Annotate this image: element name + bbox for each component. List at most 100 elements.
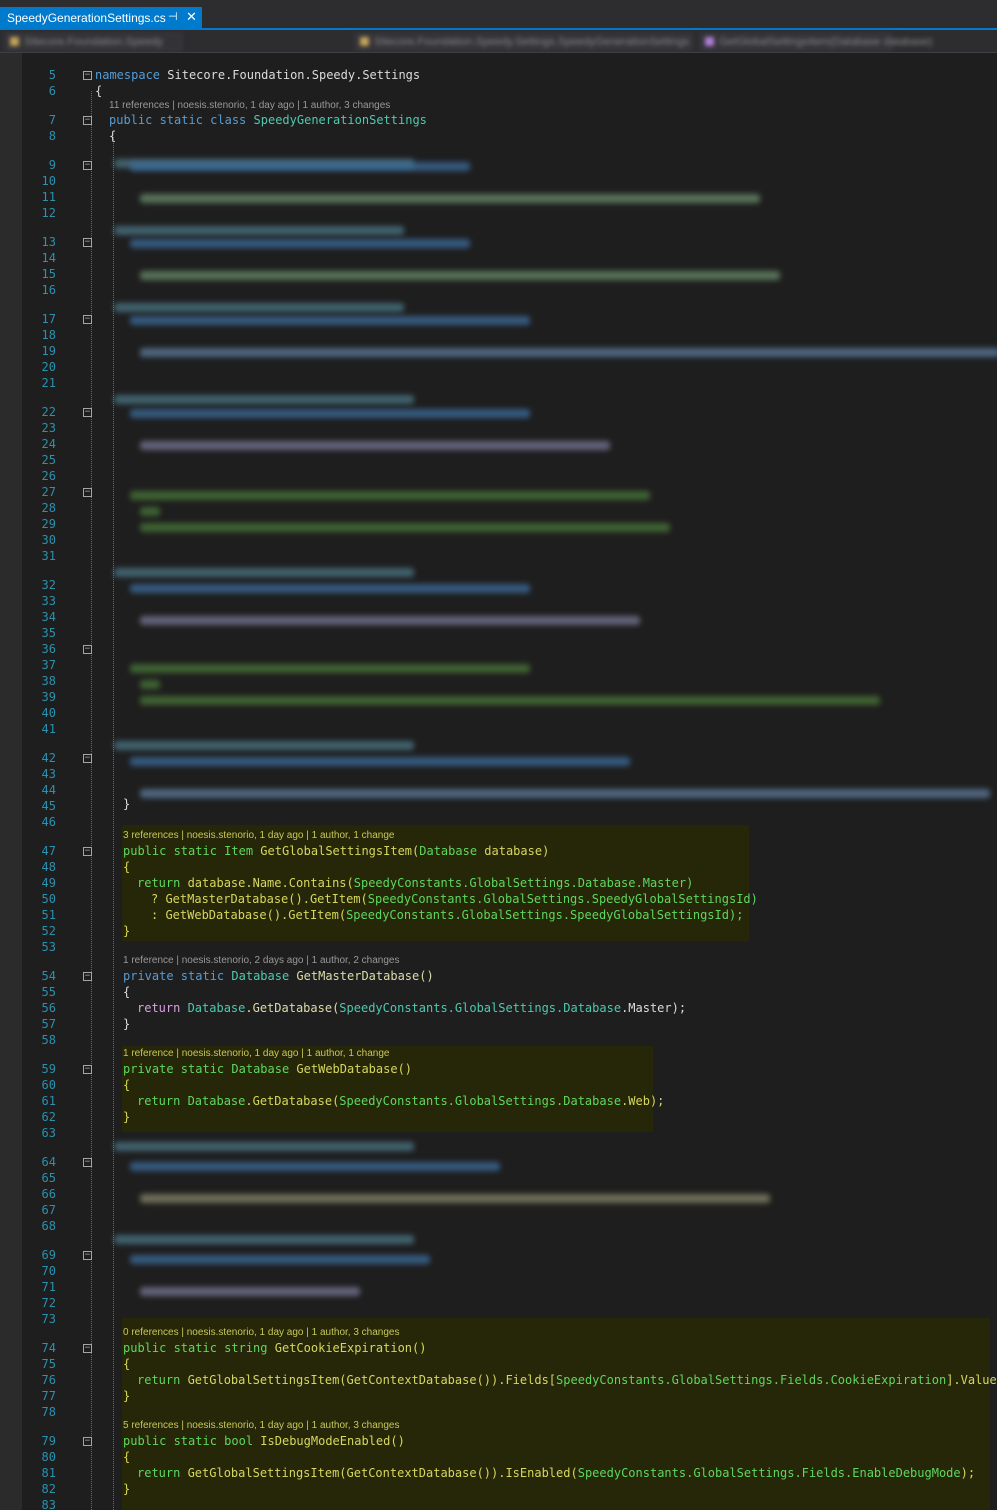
brace: } bbox=[123, 1110, 131, 1124]
project-icon bbox=[10, 37, 19, 46]
code-lens[interactable]: 3 references | noesis.stenorio, 1 day ag… bbox=[123, 829, 394, 843]
collapse-icon[interactable]: − bbox=[83, 71, 92, 80]
line-number: 52 bbox=[41, 924, 56, 938]
outline-guide bbox=[91, 91, 92, 1510]
collapse-icon[interactable]: − bbox=[83, 488, 92, 497]
line-number: 41 bbox=[41, 722, 56, 736]
line-number: 13 bbox=[41, 235, 56, 249]
code-lens[interactable]: 1 reference | noesis.stenorio, 2 days ag… bbox=[123, 954, 399, 968]
method-declaration: public static bool IsDebugModeEnabled() bbox=[123, 1434, 405, 1448]
collapse-icon[interactable]: − bbox=[83, 972, 92, 981]
line-number: 14 bbox=[41, 251, 56, 265]
collapse-icon[interactable]: − bbox=[83, 1158, 92, 1167]
brace: } bbox=[123, 1482, 131, 1496]
code-editor[interactable]: 5 6 7 8 9 10 11 12 13 14 15 16 17 18 19 20 21 22 23 24 25 26 2… bbox=[22, 53, 997, 1510]
line-number: 51 bbox=[41, 908, 56, 922]
obscured-code-line bbox=[130, 584, 530, 593]
brace: { bbox=[123, 860, 131, 874]
collapse-icon[interactable]: − bbox=[83, 754, 92, 763]
collapse-icon[interactable]: − bbox=[83, 847, 92, 856]
code-line: return Database.GetDatabase(SpeedyConsta… bbox=[137, 1001, 687, 1015]
tab-speedy-generation-settings[interactable]: SpeedyGenerationSettings.cs ⊣ ✕ bbox=[0, 7, 202, 28]
line-number: 76 bbox=[41, 1373, 56, 1387]
collapse-icon[interactable]: − bbox=[83, 1065, 92, 1074]
line-number: 15 bbox=[41, 267, 56, 281]
brace: { bbox=[109, 129, 117, 143]
line-number: 63 bbox=[41, 1126, 56, 1140]
line-number: 22 bbox=[41, 405, 56, 419]
line-number: 82 bbox=[41, 1482, 56, 1496]
code-lens[interactable]: 5 references | noesis.stenorio, 1 day ag… bbox=[123, 1419, 399, 1433]
code-line: return GetGlobalSettingsItem(GetContextD… bbox=[137, 1466, 976, 1480]
line-number: 27 bbox=[41, 485, 56, 499]
project-dropdown[interactable]: Sitecore.Foundation.Speedy bbox=[5, 33, 182, 51]
line-number: 50 bbox=[41, 892, 56, 906]
obscured-code-line bbox=[140, 1287, 360, 1296]
collapse-icon[interactable]: − bbox=[83, 116, 92, 125]
obscured-code-line bbox=[130, 1255, 430, 1264]
member-dropdown[interactable]: GetGlobalSettingsItem(Database database) bbox=[700, 33, 932, 51]
line-number: 48 bbox=[41, 860, 56, 874]
code-lens[interactable]: 1 reference | noesis.stenorio, 1 day ago… bbox=[123, 1047, 389, 1061]
collapse-icon[interactable]: − bbox=[83, 1437, 92, 1446]
line-number: 16 bbox=[41, 283, 56, 297]
line-number: 17 bbox=[41, 312, 56, 326]
line-number: 45 bbox=[41, 799, 56, 813]
obscured-code-line bbox=[140, 616, 640, 625]
line-number: 26 bbox=[41, 469, 56, 483]
line-number: 59 bbox=[41, 1062, 56, 1076]
line-number: 72 bbox=[41, 1296, 56, 1310]
line-number: 80 bbox=[41, 1450, 56, 1464]
code-line: ? GetMasterDatabase().GetItem(SpeedyCons… bbox=[151, 892, 758, 906]
line-number: 6 bbox=[48, 84, 56, 98]
obscured-code-line bbox=[130, 162, 470, 171]
collapse-icon[interactable]: − bbox=[83, 408, 92, 417]
line-number: 64 bbox=[41, 1155, 56, 1169]
line-number: 24 bbox=[41, 437, 56, 451]
method-icon bbox=[705, 37, 714, 46]
brace: { bbox=[123, 985, 131, 999]
obscured-code-line bbox=[140, 507, 160, 516]
line-number: 7 bbox=[48, 113, 56, 127]
line-number: 12 bbox=[41, 206, 56, 220]
collapse-icon[interactable]: − bbox=[83, 645, 92, 654]
method-declaration: private static Database GetMasterDatabas… bbox=[123, 969, 434, 983]
class-declaration: public static class SpeedyGenerationSett… bbox=[109, 113, 427, 127]
line-number: 10 bbox=[41, 174, 56, 188]
line-number: 28 bbox=[41, 501, 56, 515]
collapse-icon[interactable]: − bbox=[83, 315, 92, 324]
obscured-code-line bbox=[140, 441, 610, 450]
line-number: 56 bbox=[41, 1001, 56, 1015]
obscured-code-line bbox=[140, 1194, 770, 1203]
line-number: 20 bbox=[41, 360, 56, 374]
line-number: 19 bbox=[41, 344, 56, 358]
brace: } bbox=[123, 1389, 131, 1403]
pin-icon[interactable]: ⊣ bbox=[168, 10, 178, 23]
line-number: 39 bbox=[41, 690, 56, 704]
line-number: 42 bbox=[41, 751, 56, 765]
line-number: 5 bbox=[48, 68, 56, 82]
line-number: 79 bbox=[41, 1434, 56, 1448]
line-number: 36 bbox=[41, 642, 56, 656]
line-number: 25 bbox=[41, 453, 56, 467]
collapse-icon[interactable]: − bbox=[83, 1344, 92, 1353]
type-dropdown[interactable]: Sitecore.Foundation.Speedy.Settings.Spee… bbox=[355, 33, 692, 51]
obscured-code-line bbox=[140, 271, 780, 280]
line-number: 32 bbox=[41, 578, 56, 592]
obscured-code-line bbox=[114, 1142, 414, 1151]
line-number: 53 bbox=[41, 940, 56, 954]
line-number: 18 bbox=[41, 328, 56, 342]
line-number: 78 bbox=[41, 1405, 56, 1419]
collapse-icon[interactable]: − bbox=[83, 161, 92, 170]
line-number: 30 bbox=[41, 533, 56, 547]
obscured-code-line bbox=[130, 757, 630, 766]
code-line: return Database.GetDatabase(SpeedyConsta… bbox=[137, 1094, 665, 1108]
code-lens[interactable]: 11 references | noesis.stenorio, 1 day a… bbox=[109, 99, 390, 113]
close-icon[interactable]: ✕ bbox=[186, 9, 197, 25]
code-line: : GetWebDatabase().GetItem(SpeedyConstan… bbox=[151, 908, 744, 922]
collapse-icon[interactable]: − bbox=[83, 238, 92, 247]
code-line: return GetGlobalSettingsItem(GetContextD… bbox=[137, 1373, 997, 1387]
line-number: 29 bbox=[41, 517, 56, 531]
code-lens[interactable]: 0 references | noesis.stenorio, 1 day ag… bbox=[123, 1326, 399, 1340]
collapse-icon[interactable]: − bbox=[83, 1251, 92, 1260]
